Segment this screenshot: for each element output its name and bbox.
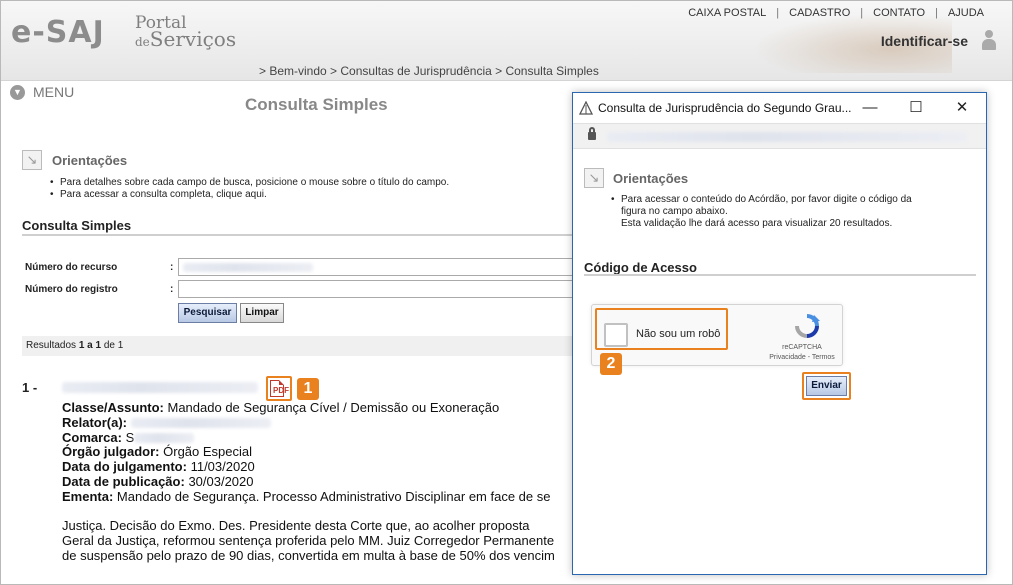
results-total: 1 xyxy=(117,340,124,351)
ementa-line: de suspensão pelo prazo de 90 dias, conv… xyxy=(62,547,555,563)
chevron-down-icon: ▼ xyxy=(10,84,25,100)
redacted-comarca xyxy=(134,433,195,444)
orientacoes-title: Orientações xyxy=(52,153,128,168)
recurso-input[interactable] xyxy=(178,258,574,276)
orientacoes-list: Para detalhes sobre cada campo de busca,… xyxy=(50,177,449,201)
form-section-title: Consulta Simples xyxy=(22,218,132,233)
menu-label: MENU xyxy=(33,84,75,100)
registro-input[interactable] xyxy=(178,280,574,298)
redacted-url xyxy=(607,132,967,142)
nav-cadastro[interactable]: CADASTRO xyxy=(779,7,860,19)
result-line-comarca: Comarca: S xyxy=(62,430,572,446)
popup-orientacoes-list: Para acessar o conteúdo do Acórdão, por … xyxy=(611,194,912,230)
lock-icon xyxy=(588,127,596,140)
popup-orientacoes-title: Orientações xyxy=(613,171,689,186)
results-word-de: de xyxy=(103,340,115,351)
enviar-highlight xyxy=(802,372,851,400)
jurisprudencia-popup-window[interactable]: Consulta de Jurisprudência do Segundo Gr… xyxy=(572,92,987,575)
nav-caixa-postal[interactable]: CAIXA POSTAL xyxy=(678,7,776,19)
popup-orientacoes-item: Para acessar o conteúdo do Acórdão, por … xyxy=(611,194,912,230)
redacted-value xyxy=(183,263,313,272)
maximize-icon[interactable]: ☐ xyxy=(905,97,927,119)
info-arrow-icon: ↘ xyxy=(584,168,604,188)
app-icon xyxy=(579,101,593,115)
ementa-line: Justiça. Decisão do Exmo. Des. President… xyxy=(62,519,530,533)
popup-orientacoes-line: Esta validação lhe dará acesso para visu… xyxy=(621,218,893,229)
result-details: Classe/Assunto: Mandado de Segurança Cív… xyxy=(62,400,572,505)
user-icon[interactable] xyxy=(980,29,998,51)
nav-contato[interactable]: CONTATO xyxy=(863,7,935,19)
field-colon: : xyxy=(170,262,174,273)
search-button[interactable]: Pesquisar xyxy=(178,303,237,323)
identify-link[interactable]: Identificar-se xyxy=(881,33,968,49)
callout-1-highlight xyxy=(266,376,292,401)
codigo-acesso-title: Código de Acesso xyxy=(584,260,697,275)
orientacoes-item: Para detalhes sobre cada campo de busca,… xyxy=(50,177,449,189)
results-to: 1 xyxy=(95,340,102,351)
section-divider xyxy=(22,234,574,236)
esaj-logo[interactable]: e-SAJ xyxy=(11,15,105,50)
orientacoes-item[interactable]: Para acessar a consulta completa, clique… xyxy=(50,189,449,201)
menu-toggle[interactable]: ▼ MENU xyxy=(10,84,74,100)
portal-servicos-logo: Portal deServiços xyxy=(135,15,236,50)
recaptcha-links[interactable]: Privacidade - Termos xyxy=(762,353,842,363)
registro-label: Número do registro xyxy=(25,284,118,295)
portal-line2: de xyxy=(135,35,150,49)
results-summary: Resultados 1 a 1 de 1 xyxy=(22,336,574,356)
clear-button[interactable]: Limpar xyxy=(240,303,284,323)
info-arrow-icon: ↘ xyxy=(22,150,42,170)
result-line-relator: Relator(a): xyxy=(62,415,572,431)
ementa-line: Geral da Justiça, reformou sentença prof… xyxy=(62,532,555,548)
result-line-classe: Classe/Assunto: Mandado de Segurança Cív… xyxy=(62,400,500,415)
site-header: e-SAJ Portal deServiços CAIXA POSTAL | CA… xyxy=(1,1,1012,81)
close-icon[interactable]: ✕ xyxy=(951,97,973,119)
popup-titlebar[interactable]: Consulta de Jurisprudência do Segundo Gr… xyxy=(573,93,986,123)
result-line-ementa: Ementa: Mandado de Segurança. Processo A… xyxy=(62,489,551,504)
ementa-continuation: Justiça. Decisão do Exmo. Des. President… xyxy=(62,519,572,563)
result-line-orgao: Órgão julgador: Órgão Especial xyxy=(62,444,253,460)
recaptcha-logo-icon xyxy=(795,314,820,338)
popup-address-bar[interactable] xyxy=(573,123,986,149)
breadcrumb: > Bem-vindo > Consultas de Jurisprudênci… xyxy=(259,64,599,78)
results-word-a: a xyxy=(87,340,93,351)
results-label: Resultados xyxy=(26,340,77,351)
result-index: 1 - xyxy=(22,380,38,395)
page-title: Consulta Simples xyxy=(245,95,388,114)
section-divider xyxy=(584,274,976,276)
field-colon: : xyxy=(170,284,174,295)
result-line-publicacao: Data de publicação: 30/03/2020 xyxy=(62,473,254,489)
redacted-process-number[interactable] xyxy=(62,382,258,393)
popup-orientacoes-line: figura no campo abaixo. xyxy=(621,206,728,217)
callout-1-badge: 1 xyxy=(297,378,319,400)
recaptcha-brand: reCAPTCHA Privacidade - Termos xyxy=(762,343,842,363)
redacted-relator xyxy=(130,418,271,429)
recurso-label: Número do recurso xyxy=(25,262,118,273)
result-line-julgamento: Data do julgamento: 11/03/2020 xyxy=(62,459,255,475)
callout-2-highlight xyxy=(595,308,728,350)
popup-title: Consulta de Jurisprudência do Segundo Gr… xyxy=(598,101,852,115)
top-navigation: CAIXA POSTAL | CADASTRO | CONTATO | AJUDA xyxy=(678,7,994,19)
results-from: 1 xyxy=(78,340,85,351)
nav-ajuda[interactable]: AJUDA xyxy=(938,7,994,19)
popup-orientacoes-line: Para acessar o conteúdo do Acórdão, por … xyxy=(621,194,912,205)
portal-line3: Serviços xyxy=(149,27,237,51)
minimize-icon[interactable]: — xyxy=(859,97,881,119)
callout-2-badge: 2 xyxy=(600,353,622,375)
esaj-logo-text: e-SAJ xyxy=(11,15,105,50)
